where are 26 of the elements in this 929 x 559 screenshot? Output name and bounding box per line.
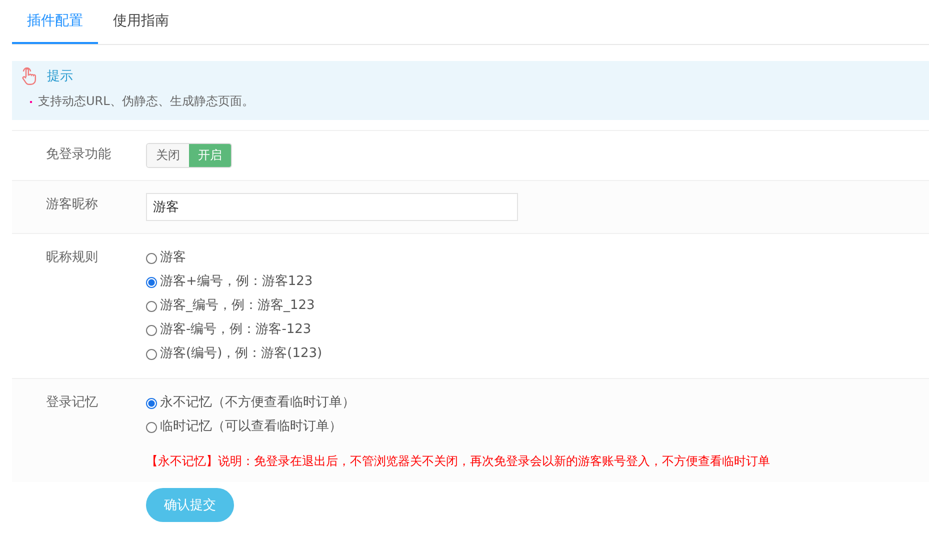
pointing-hand-icon (20, 67, 37, 85)
field-label: 登录记忆 (46, 394, 99, 412)
radio-label: 游客(编号)，例：游客(123) (160, 345, 322, 363)
field-label: 免登录功能 (46, 146, 112, 164)
radio-button[interactable] (146, 324, 157, 336)
radio-label: 游客 (160, 249, 186, 267)
radio-label: 游客-编号，例：游客-123 (160, 321, 312, 339)
field-label: 昵称规则 (46, 249, 99, 267)
toggle-option[interactable]: 关闭 (147, 144, 189, 167)
tab[interactable]: 插件配置 (12, 0, 98, 44)
radio-button[interactable] (146, 398, 157, 408)
tip-title: 提示 (47, 68, 73, 85)
note-text: 【永不记忆】说明：免登录在退出后，不管浏览器关不关闭，再次免登录会以新的游客账号登入，不方便查看临时订单 (146, 453, 770, 470)
radio-button[interactable] (146, 276, 157, 288)
nickname-field[interactable]: 游客 (146, 193, 518, 221)
field-label: 游客昵称 (46, 196, 99, 214)
radio-label: 永不记忆（不方便查看临时订单） (160, 394, 355, 412)
radio-label: 临时记忆（可以查看临时订单） (160, 418, 342, 436)
radio-button[interactable] (146, 422, 157, 432)
radio-button[interactable] (146, 300, 157, 312)
radio-button[interactable] (146, 252, 157, 264)
tab[interactable]: 使用指南 (98, 0, 184, 44)
radio-label: 游客_编号，例：游客_123 (160, 297, 315, 315)
radio-button[interactable] (146, 348, 157, 360)
tip-text: 支持动态URL、伪静态、生成静态页面。 (38, 93, 254, 110)
radio-label: 游客+编号，例：游客123 (160, 273, 313, 291)
